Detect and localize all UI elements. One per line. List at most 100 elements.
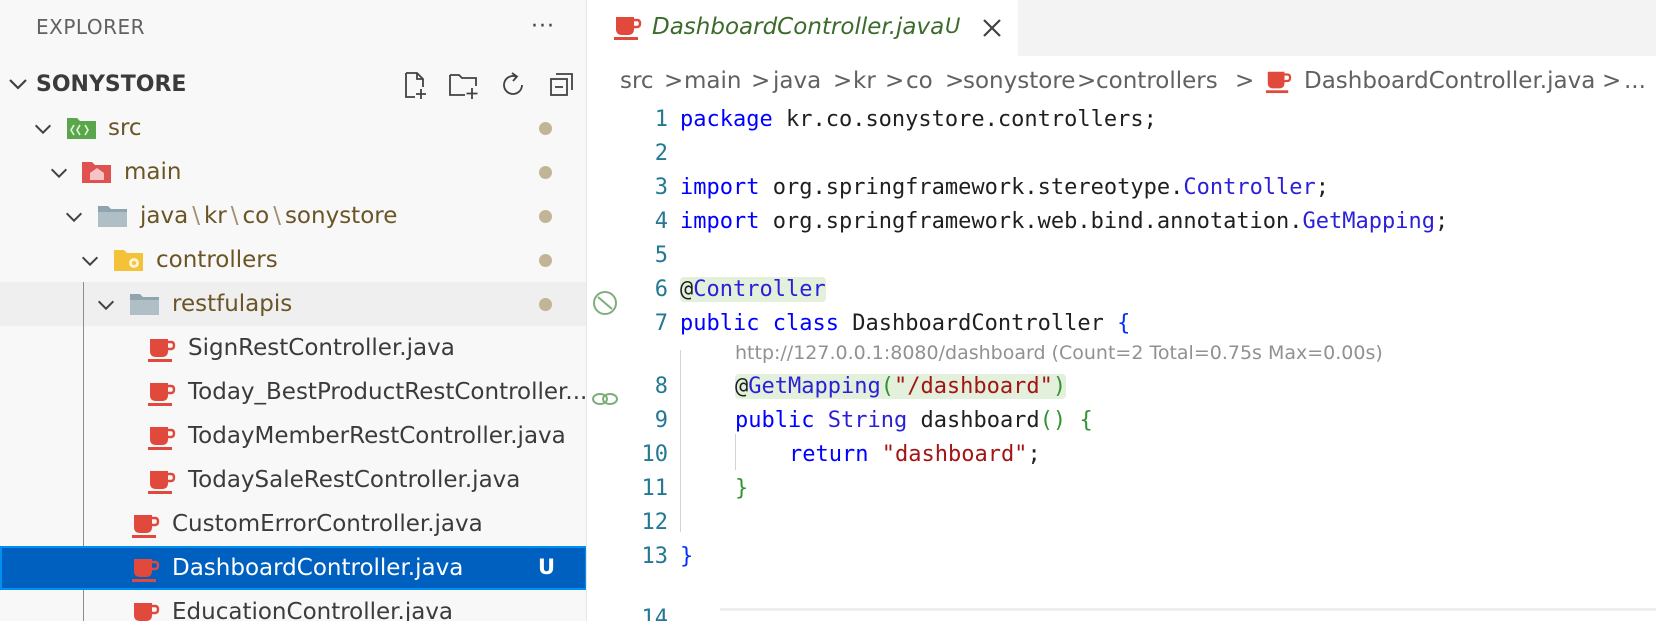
indent-guide	[680, 350, 681, 532]
tree-item-label: DashboardController.java	[172, 555, 464, 581]
chevron-down-icon	[97, 300, 115, 311]
breadcrumb: src > main > java > kr > co > sonystore …	[588, 56, 1656, 112]
spring-bean-icon[interactable]	[590, 288, 620, 318]
line-number: 14	[641, 606, 669, 621]
close-icon[interactable]	[978, 14, 1006, 42]
modified-dot-icon	[539, 298, 552, 311]
breadcrumb-item[interactable]: java	[773, 68, 821, 94]
modified-dot-icon	[539, 122, 552, 135]
tree-item-main[interactable]: main	[0, 150, 586, 194]
line-number: 3	[654, 175, 668, 200]
code-line-1: package kr.co.sonystore.controllers;	[680, 107, 1157, 132]
breadcrumb-item[interactable]: main	[684, 68, 741, 94]
modified-dot-icon	[539, 166, 552, 179]
java-file-icon	[132, 559, 160, 582]
explorer-title: EXPLORER	[36, 15, 145, 39]
project-header[interactable]: SONYSTORE	[0, 64, 586, 104]
chevron-down-icon	[81, 256, 99, 267]
tab-dashboard-controller[interactable]: DashboardController.java U	[588, 0, 1018, 56]
tree-item-controllers[interactable]: controllers	[0, 238, 586, 282]
tree-item-label: TodayMemberRestController.java	[188, 423, 566, 449]
spring-mapping-icon[interactable]	[590, 384, 620, 414]
bean-decoration: @Controller	[680, 277, 826, 302]
chevron-down-icon	[65, 212, 83, 223]
breadcrumb-separator: >	[1235, 68, 1255, 94]
line-number: 10	[641, 442, 669, 467]
chevron-down-icon	[34, 124, 52, 135]
project-name: SONYSTORE	[36, 72, 187, 97]
breadcrumb-separator: >	[1077, 68, 1097, 94]
tree-item-file[interactable]: TodayMemberRestController.java	[0, 414, 586, 458]
tree-item-file[interactable]: SignRestController.java	[0, 326, 586, 370]
modified-dot-icon	[539, 254, 552, 267]
src-folder-icon	[67, 118, 96, 139]
breadcrumb-item[interactable]: sonystore	[963, 68, 1075, 94]
indent-guide	[735, 434, 736, 470]
breadcrumb-item[interactable]: co	[906, 68, 933, 94]
tree-item-label: src	[108, 115, 142, 141]
collapse-all-icon[interactable]	[545, 68, 579, 102]
tree-item-file[interactable]: CustomErrorController.java	[0, 502, 586, 546]
refresh-icon[interactable]	[496, 68, 530, 102]
request-mapping-codelens[interactable]: http://127.0.0.1:8080/dashboard (Count=2…	[735, 342, 1383, 364]
breadcrumb-item[interactable]: DashboardController.java	[1304, 68, 1595, 94]
tree-item-label: Today_BestProductRestController...	[188, 379, 587, 405]
chevron-down-icon	[9, 79, 27, 90]
java-file-icon	[132, 515, 160, 538]
breadcrumb-item[interactable]: controllers	[1096, 68, 1218, 94]
controllers-folder-icon	[114, 250, 143, 271]
code-line-4: import org.springframework.web.bind.anno…	[680, 209, 1449, 234]
mapping-decoration: @GetMapping("/dashboard")	[735, 374, 1067, 399]
line-number: 5	[654, 243, 668, 268]
code-line-7: public class DashboardController {	[680, 311, 1131, 336]
code-line-10: return "dashboard";	[789, 442, 1041, 467]
tree-item-label: controllers	[156, 247, 278, 273]
tree-item-label: java \ kr \ co \ sonystore	[140, 203, 398, 229]
code-line-3: import org.springframework.stereotype.Co…	[680, 175, 1330, 200]
tree-item-label: main	[124, 159, 182, 185]
java-file-icon	[1265, 71, 1292, 94]
explorer-sidebar: EXPLORER ··· SONYSTORE src main java \ kr \…	[0, 0, 587, 621]
tree-item-file[interactable]: EducationController.java	[0, 590, 586, 621]
more-actions-button[interactable]: ···	[527, 8, 559, 44]
java-file-icon	[134, 603, 160, 621]
breadcrumb-separator: >	[751, 68, 771, 94]
code-line-8: @GetMapping("/dashboard")	[735, 374, 1067, 399]
tree-item-label: EducationController.java	[172, 599, 454, 621]
tree-item-file-selected[interactable]: DashboardController.java U	[0, 546, 586, 590]
line-number: 2	[654, 141, 668, 166]
breadcrumb-item[interactable]: src	[620, 68, 654, 94]
tree-item-label: CustomErrorController.java	[172, 511, 483, 537]
tree-item-label: restfulapis	[172, 291, 293, 317]
untracked-badge: U	[538, 555, 556, 579]
folder-icon	[98, 206, 127, 227]
code-line-11: }	[735, 476, 749, 501]
new-folder-icon[interactable]	[447, 68, 481, 102]
tree-item-file[interactable]: TodaySaleRestController.java	[0, 458, 586, 502]
breadcrumb-separator: >	[885, 68, 905, 94]
new-file-icon[interactable]	[398, 68, 432, 102]
editor-tab-bar: DashboardController.java U	[588, 0, 1656, 56]
tree-item-file[interactable]: Today_BestProductRestController...	[0, 370, 587, 414]
breadcrumb-separator: >	[664, 68, 684, 94]
current-line-highlight	[720, 608, 1656, 621]
breadcrumb-separator: >	[945, 68, 965, 94]
tree-item-java-package[interactable]: java \ kr \ co \ sonystore	[0, 194, 586, 238]
modified-dot-icon	[539, 210, 552, 223]
line-number: 12	[641, 510, 669, 535]
tree-indent-guide	[83, 282, 84, 546]
tree-item-restfulapis[interactable]: restfulapis	[0, 282, 586, 326]
breadcrumb-item[interactable]: kr	[853, 68, 876, 94]
code-line-13: }	[680, 544, 694, 569]
code-editor[interactable]: 1 2 3 4 5 6 7 8 9 10 11 12 13 14 package…	[588, 107, 1656, 621]
breadcrumb-more[interactable]: ...	[1624, 68, 1646, 94]
tree-item-src[interactable]: src	[0, 106, 586, 150]
tree-indent-guide	[83, 590, 84, 621]
line-number: 1	[654, 107, 668, 132]
line-number: 13	[641, 544, 669, 569]
tree-item-label: SignRestController.java	[188, 335, 455, 361]
java-file-icon	[148, 427, 176, 450]
breadcrumb-separator: >	[833, 68, 853, 94]
untracked-badge: U	[945, 14, 961, 38]
chevron-down-icon	[50, 168, 68, 179]
